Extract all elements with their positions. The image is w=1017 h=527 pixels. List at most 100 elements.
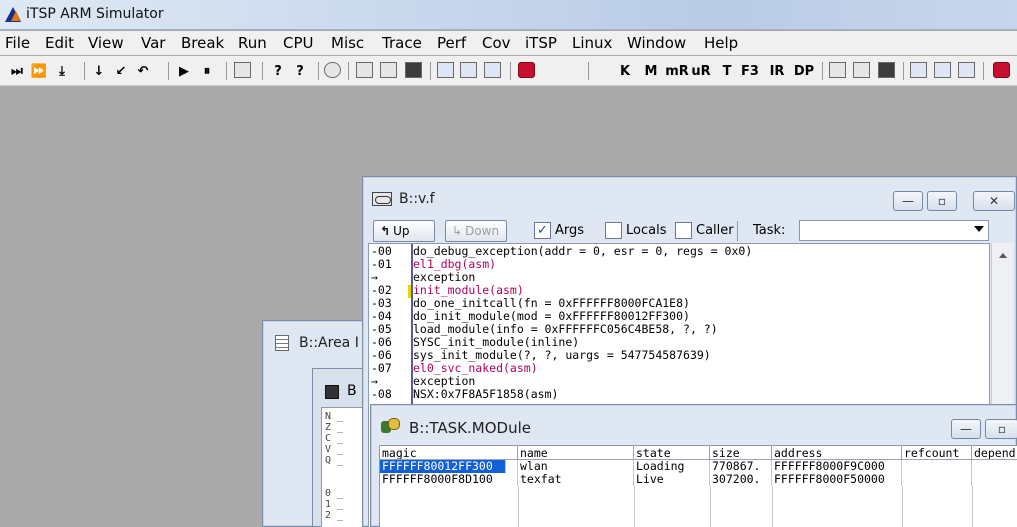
table-cell-address[interactable]: FFFFFF8000F9C000	[772, 460, 902, 473]
locals-checkbox[interactable]	[605, 222, 622, 239]
menu-file[interactable]: File	[5, 34, 30, 52]
register-flag-line: V _	[325, 444, 344, 455]
table-cell-size[interactable]: 770867.	[710, 460, 772, 473]
table-cell-pad	[506, 460, 518, 473]
info-icon[interactable]	[541, 62, 558, 78]
table-cell-refcount[interactable]	[902, 460, 972, 473]
step-back-button[interactable]: ↙	[112, 60, 130, 82]
table-cell-state[interactable]: Loading	[634, 460, 710, 473]
trace-list-icon[interactable]	[234, 62, 251, 78]
table-cell-address[interactable]: FFFFFF8000F50000	[772, 473, 902, 486]
args-checkbox[interactable]: ✓	[534, 222, 551, 239]
menu-linux[interactable]: Linux	[572, 34, 612, 52]
register-window-icon	[325, 385, 339, 399]
table-cell-refcount[interactable]	[902, 473, 972, 486]
toolbar-t-button[interactable]: T	[720, 60, 734, 82]
column-header-name[interactable]: name	[518, 446, 634, 460]
app-title: iTSP ARM Simulator	[26, 6, 164, 22]
menu-cov[interactable]: Cov	[482, 34, 511, 52]
list-icon-2[interactable]	[829, 62, 846, 78]
column-header-state[interactable]: state	[634, 446, 710, 460]
scroll-up-icon[interactable]	[999, 253, 1007, 258]
column-header-depend[interactable]: depend	[972, 446, 1017, 460]
menu-misc[interactable]: Misc	[331, 34, 364, 52]
menu-var[interactable]: Var	[141, 34, 165, 52]
break-button[interactable]: ⏸	[198, 60, 216, 82]
table-cell-depend[interactable]	[972, 460, 1017, 473]
menu-break[interactable]: Break	[181, 34, 224, 52]
wrench-icon[interactable]	[563, 62, 580, 78]
toolbar-ur-button[interactable]: uR	[690, 60, 712, 82]
toolbar-ir-button[interactable]: IR	[766, 60, 788, 82]
var-local-icon-2[interactable]	[958, 62, 975, 78]
cpu-chip-icon-2[interactable]	[993, 62, 1010, 78]
frame-row[interactable]: -08 NSX:0x7F8A5F1858(asm)	[369, 388, 989, 401]
menu-edit[interactable]: Edit	[45, 34, 74, 52]
task-minimize-button[interactable]: —	[951, 419, 981, 439]
toolbar-f3-button[interactable]: F3	[738, 60, 762, 82]
menu-trace[interactable]: Trace	[382, 34, 422, 52]
memory-dump-icon-2[interactable]	[853, 62, 870, 78]
step-into-button[interactable]: ⤓	[52, 60, 72, 82]
table-cell-depend[interactable]	[972, 473, 1017, 486]
menu-perf[interactable]: Perf	[437, 34, 466, 52]
table-cell-size[interactable]: 307200.	[710, 473, 772, 486]
task-module-window[interactable]: B::TASK.MODule — ▫ magic name state size…	[370, 404, 1017, 527]
return-button[interactable]: ↶	[134, 60, 152, 82]
menu-cpu[interactable]: CPU	[283, 34, 314, 52]
step-button[interactable]: ⏩	[30, 60, 48, 82]
toolbar-m-button[interactable]: M	[644, 60, 658, 82]
caller-checkbox[interactable]	[675, 222, 692, 239]
menu-view[interactable]: View	[88, 34, 124, 52]
column-header-address[interactable]: address	[772, 446, 902, 460]
step-down-button[interactable]: ↓	[90, 60, 108, 82]
close-button[interactable]: ✕	[973, 191, 1015, 211]
toolbar-separator	[348, 62, 349, 80]
down-button[interactable]: ↳ Down	[445, 220, 507, 242]
table-cell-magic[interactable]: FFFFFF80012FF300	[380, 460, 506, 473]
go-button[interactable]: ▶	[175, 60, 193, 82]
chevron-down-icon[interactable]	[974, 226, 984, 232]
task-select[interactable]	[799, 220, 989, 241]
var-local-icon[interactable]	[484, 62, 501, 78]
up-button[interactable]: ↰ Up	[373, 220, 435, 242]
toolbar-mr-button[interactable]: mR	[665, 60, 689, 82]
register-icon-2[interactable]	[878, 62, 895, 78]
register-icon[interactable]	[405, 62, 422, 78]
task-maximize-button[interactable]: ▫	[985, 419, 1017, 439]
minimize-button[interactable]: —	[893, 191, 923, 211]
step-over-button[interactable]: ⏭	[8, 60, 26, 82]
column-divider	[902, 486, 903, 527]
var-watch-icon[interactable]	[437, 62, 454, 78]
menu-itsp[interactable]: iTSP	[525, 34, 557, 52]
var-frame-icon[interactable]	[460, 62, 477, 78]
menu-help[interactable]: Help	[704, 34, 738, 52]
table-cell-name[interactable]: texfat	[518, 473, 634, 486]
maximize-button[interactable]: ▫	[927, 191, 957, 211]
memory-dump-icon[interactable]	[380, 62, 397, 78]
table-cell-name[interactable]: wlan	[518, 460, 634, 473]
list-icon[interactable]	[356, 62, 373, 78]
toolbar-separator	[903, 62, 904, 80]
column-header-refcount[interactable]: refcount	[902, 446, 972, 460]
column-header-magic[interactable]: magic	[380, 446, 518, 460]
column-divider	[634, 486, 635, 527]
cpu-chip-icon[interactable]	[518, 62, 535, 78]
toolbar-dp-button[interactable]: DP	[792, 60, 816, 82]
menu-window[interactable]: Window	[627, 34, 686, 52]
frame-function[interactable]: NSX:0x7F8A5F1858(asm)	[413, 388, 558, 401]
var-watch-icon-2[interactable]	[910, 62, 927, 78]
register-flag-line: 0 _	[325, 488, 344, 499]
toolbar-k-button[interactable]: K	[618, 60, 632, 82]
table-cell-state[interactable]: Live	[634, 473, 710, 486]
stop-icon[interactable]	[324, 62, 341, 78]
menu-run[interactable]: Run	[238, 34, 267, 52]
help-button[interactable]: ?	[270, 60, 286, 82]
var-frame-icon-2[interactable]	[934, 62, 951, 78]
task-module-table[interactable]: magic name state size address refcount d…	[379, 445, 1017, 527]
frame-index: -08	[371, 387, 392, 401]
context-help-button[interactable]: ?	[290, 60, 310, 82]
toolbar-separator	[510, 62, 511, 80]
column-header-size[interactable]: size	[710, 446, 772, 460]
table-cell-magic[interactable]: FFFFFF8000F8D100	[380, 473, 518, 486]
